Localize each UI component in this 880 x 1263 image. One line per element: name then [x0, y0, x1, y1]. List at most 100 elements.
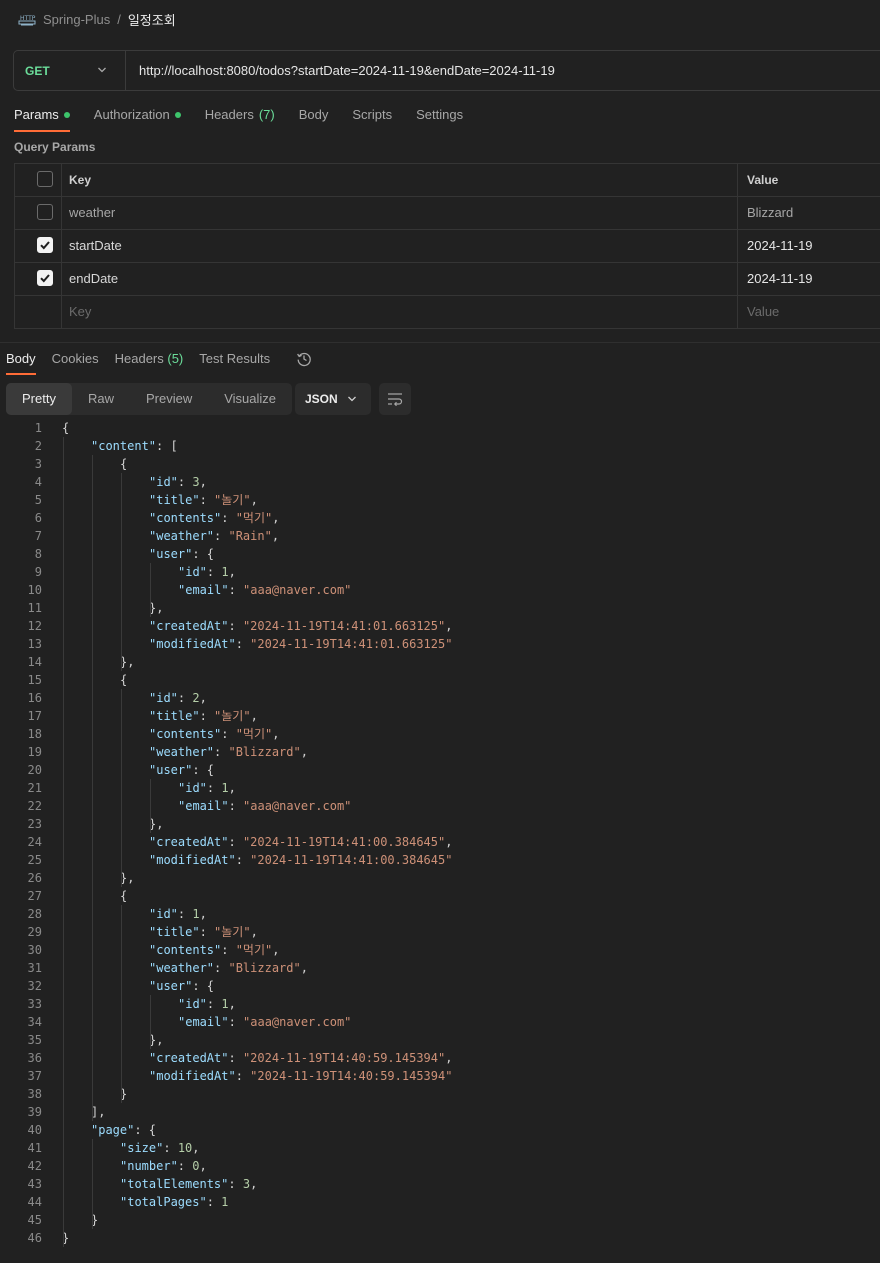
- code-text: "number": 0,: [120, 1157, 207, 1175]
- json-punctuation: ,: [445, 1051, 453, 1065]
- tab-label: Body: [298, 107, 329, 122]
- wrap-lines-button[interactable]: [379, 383, 411, 415]
- json-punctuation: :: [177, 1159, 193, 1173]
- code-text: "contents": "먹기",: [149, 941, 279, 959]
- json-punctuation: ,: [445, 835, 453, 849]
- json-punctuation: :: [228, 619, 243, 633]
- json-punctuation: :: [206, 781, 222, 795]
- json-punctuation: :: [199, 709, 215, 723]
- select-all-checkbox[interactable]: [37, 171, 53, 187]
- url-input[interactable]: http://localhost:8080/todos?startDate=20…: [139, 51, 555, 90]
- checkbox-cell: [15, 263, 62, 295]
- param-key[interactable]: endDate: [69, 263, 118, 295]
- json-key: "user": [149, 547, 193, 561]
- view-visualize[interactable]: Visualize: [208, 383, 292, 415]
- line-number: 34: [27, 1015, 42, 1029]
- param-value[interactable]: Blizzard: [747, 197, 793, 229]
- view-pretty[interactable]: Pretty: [6, 383, 72, 415]
- code-line: 18 "contents": "먹기",: [0, 725, 880, 743]
- code-line: 20 "user": {: [0, 761, 880, 779]
- param-key[interactable]: startDate: [69, 230, 122, 262]
- json-punctuation: ,: [250, 1177, 258, 1191]
- json-punctuation: ,: [272, 727, 280, 741]
- json-number: 3: [242, 1177, 251, 1191]
- json-punctuation: ,: [300, 961, 308, 975]
- tab-authorization[interactable]: Authorization: [94, 105, 181, 131]
- tab-label: Headers: [204, 107, 254, 122]
- tab-response-body[interactable]: Body: [6, 350, 36, 375]
- param-value[interactable]: 2024-11-19: [747, 230, 813, 262]
- breadcrumb-collection[interactable]: Spring-Plus: [43, 12, 110, 27]
- json-key: "totalElements": [120, 1177, 229, 1191]
- tab-settings[interactable]: Settings: [416, 105, 463, 131]
- line-number: 41: [27, 1141, 42, 1155]
- query-params-table: Key Value weather Blizzard startDate 202…: [14, 163, 880, 329]
- method-select[interactable]: GET: [14, 51, 126, 90]
- json-punctuation: },: [149, 1033, 164, 1047]
- table-row: weather Blizzard: [15, 197, 880, 230]
- tab-label: Authorization: [93, 107, 170, 122]
- json-punctuation: :: [235, 1069, 251, 1083]
- tab-test-results[interactable]: Test Results: [199, 350, 270, 374]
- json-key: "createdAt": [149, 835, 229, 849]
- new-param-key-input[interactable]: Key: [69, 296, 91, 328]
- param-value[interactable]: 2024-11-19: [747, 263, 813, 295]
- code-text: "weather": "Blizzard",: [149, 743, 308, 761]
- json-number: 1: [221, 1195, 229, 1209]
- code-line: 14},: [0, 653, 880, 671]
- table-row: startDate 2024-11-19: [15, 230, 880, 263]
- param-checkbox[interactable]: [37, 204, 53, 220]
- breadcrumb: HTTP Spring-Plus / 일정조회: [18, 9, 176, 29]
- tab-scripts[interactable]: Scripts: [352, 105, 392, 131]
- json-punctuation: ,: [199, 1159, 207, 1173]
- code-line: 4 "id": 3,: [0, 473, 880, 491]
- json-punctuation: :: [235, 637, 251, 651]
- json-punctuation: :: [228, 1015, 244, 1029]
- code-line: 12 "createdAt": "2024-11-19T14:41:01.6631…: [0, 617, 880, 635]
- tab-params[interactable]: Params: [14, 105, 70, 132]
- code-text: "id": 3,: [149, 473, 207, 491]
- indent-guide: [121, 473, 122, 671]
- line-number: 21: [27, 781, 42, 795]
- code-line: 40 "page": {: [0, 1121, 880, 1139]
- view-preview[interactable]: Preview: [130, 383, 208, 415]
- json-key: "id": [178, 565, 207, 579]
- line-number: 18: [27, 727, 42, 741]
- param-checkbox[interactable]: [37, 237, 53, 253]
- new-param-value-input[interactable]: Value: [747, 296, 779, 328]
- json-punctuation: :: [206, 997, 222, 1011]
- table-row: endDate 2024-11-19: [15, 263, 880, 296]
- json-punctuation: ,: [228, 565, 236, 579]
- tab-body[interactable]: Body: [299, 105, 329, 131]
- history-icon[interactable]: [296, 351, 312, 367]
- json-number: 1: [221, 565, 229, 579]
- json-key: "user": [149, 763, 193, 777]
- json-key: "content": [91, 439, 157, 453]
- format-select[interactable]: JSON: [295, 383, 371, 415]
- code-line: 36 "createdAt": "2024-11-19T14:40:59.1453…: [0, 1049, 880, 1067]
- line-number: 7: [34, 529, 42, 543]
- column-divider: [737, 263, 738, 295]
- json-key: "modifiedAt": [149, 1069, 236, 1083]
- view-raw[interactable]: Raw: [72, 383, 130, 415]
- table-row-new: Key Value: [15, 296, 880, 329]
- request-name[interactable]: 일정조회: [128, 10, 176, 29]
- line-number: 35: [27, 1033, 42, 1047]
- json-punctuation: {: [62, 421, 70, 435]
- response-code-viewer[interactable]: 1{2 "content": [3{4 "id": 3, 5 "title": "놀기"…: [0, 419, 880, 1247]
- indent-guide: [63, 437, 64, 1247]
- json-punctuation: :: [206, 1195, 222, 1209]
- line-number: 36: [27, 1051, 42, 1065]
- tab-headers[interactable]: Headers (7): [205, 105, 275, 131]
- json-punctuation: :: [199, 925, 215, 939]
- tab-cookies[interactable]: Cookies: [52, 350, 99, 374]
- param-key[interactable]: weather: [69, 197, 115, 229]
- line-number: 33: [27, 997, 42, 1011]
- tab-response-headers[interactable]: Headers (5): [115, 350, 184, 374]
- json-key: "user": [149, 979, 193, 993]
- pane-divider[interactable]: [0, 342, 880, 343]
- indent-guide: [121, 689, 122, 887]
- json-punctuation: ,: [192, 1141, 200, 1155]
- json-punctuation: :: [221, 943, 236, 957]
- param-checkbox[interactable]: [37, 270, 53, 286]
